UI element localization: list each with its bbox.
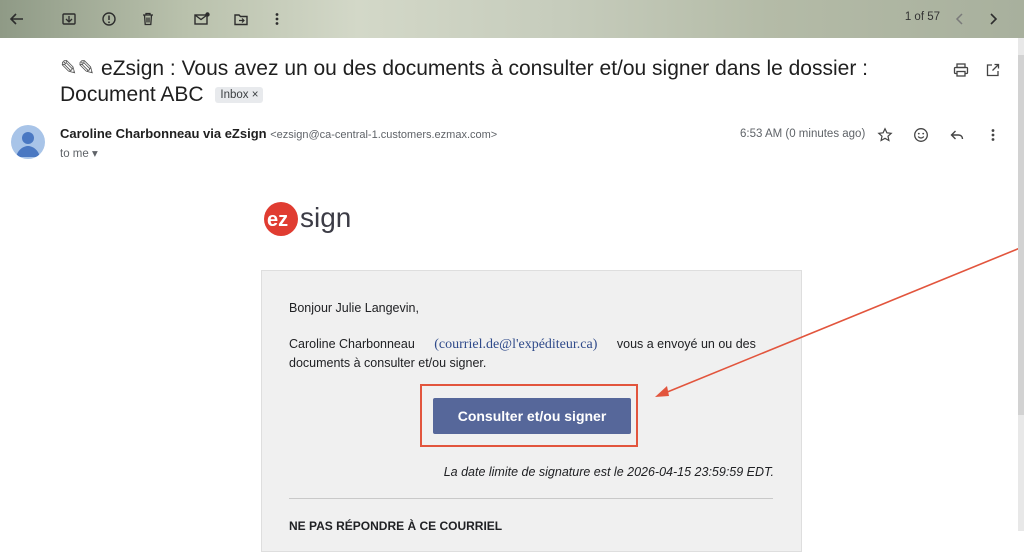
mark-unread-icon[interactable] bbox=[189, 6, 215, 32]
move-to-icon[interactable] bbox=[228, 6, 254, 32]
sender-line: Caroline Charbonneau via eZsign <ezsign@… bbox=[60, 126, 497, 141]
recipient-text: to me bbox=[60, 148, 89, 160]
older-chevron-icon[interactable] bbox=[980, 6, 1006, 32]
svg-text:ez: ez bbox=[267, 209, 288, 231]
inbox-label-chip[interactable]: Inbox × bbox=[215, 87, 264, 103]
greeting: Bonjour Julie Langevin, bbox=[289, 301, 419, 315]
delete-icon[interactable] bbox=[135, 6, 161, 32]
newer-chevron-icon[interactable] bbox=[947, 6, 973, 32]
subject-text: eZsign : Vous avez un ou des documents à… bbox=[60, 57, 868, 106]
ezsign-logo: ez sign bbox=[264, 202, 351, 236]
sender-address: <ezsign@ca-central-1.customers.ezmax.com… bbox=[270, 129, 498, 141]
star-icon[interactable] bbox=[874, 124, 896, 146]
recipient-toggle[interactable]: to me ▾ bbox=[60, 146, 98, 160]
emoji-reaction-icon[interactable] bbox=[910, 124, 932, 146]
more-vert-icon[interactable] bbox=[264, 6, 290, 32]
remove-label-icon[interactable]: × bbox=[252, 89, 259, 101]
reply-icon[interactable] bbox=[946, 124, 968, 146]
sender-name[interactable]: Caroline Charbonneau via eZsign bbox=[60, 126, 267, 141]
consult-sign-button[interactable]: Consulter et/ou signer bbox=[433, 398, 631, 434]
email-message-card: Bonjour Julie Langevin, Caroline Charbon… bbox=[261, 270, 802, 552]
inbox-label-text: Inbox bbox=[220, 89, 249, 101]
scrollbar-thumb[interactable] bbox=[1018, 55, 1024, 415]
pagination-count: 1 of 57 bbox=[904, 11, 940, 23]
back-arrow-icon[interactable] bbox=[4, 6, 30, 32]
open-new-window-icon[interactable] bbox=[982, 59, 1004, 81]
divider bbox=[289, 498, 773, 499]
email-subject: ✎✎ eZsign : Vous avez un ou des document… bbox=[60, 56, 920, 108]
message-text: Caroline Charbonneau (courriel.de@l'expé… bbox=[289, 335, 789, 372]
signature-deadline: La date limite de signature est le 2026-… bbox=[443, 465, 774, 479]
sender-email-link[interactable]: (courriel.de@l'expéditeur.ca) bbox=[434, 337, 597, 352]
chevron-down-icon[interactable]: ▾ bbox=[92, 148, 98, 160]
archive-icon[interactable] bbox=[56, 6, 82, 32]
svg-text:sign: sign bbox=[300, 202, 351, 233]
more-vert-icon[interactable] bbox=[982, 124, 1004, 146]
subject-prefix: ✎✎ bbox=[60, 57, 96, 80]
report-spam-icon[interactable] bbox=[96, 6, 122, 32]
gmail-toolbar: 1 of 57 bbox=[0, 0, 1024, 38]
avatar[interactable] bbox=[11, 125, 45, 159]
print-icon[interactable] bbox=[950, 59, 972, 81]
sender-display-name: Caroline Charbonneau bbox=[289, 337, 415, 351]
email-time: 6:53 AM (0 minutes ago) bbox=[740, 128, 866, 140]
